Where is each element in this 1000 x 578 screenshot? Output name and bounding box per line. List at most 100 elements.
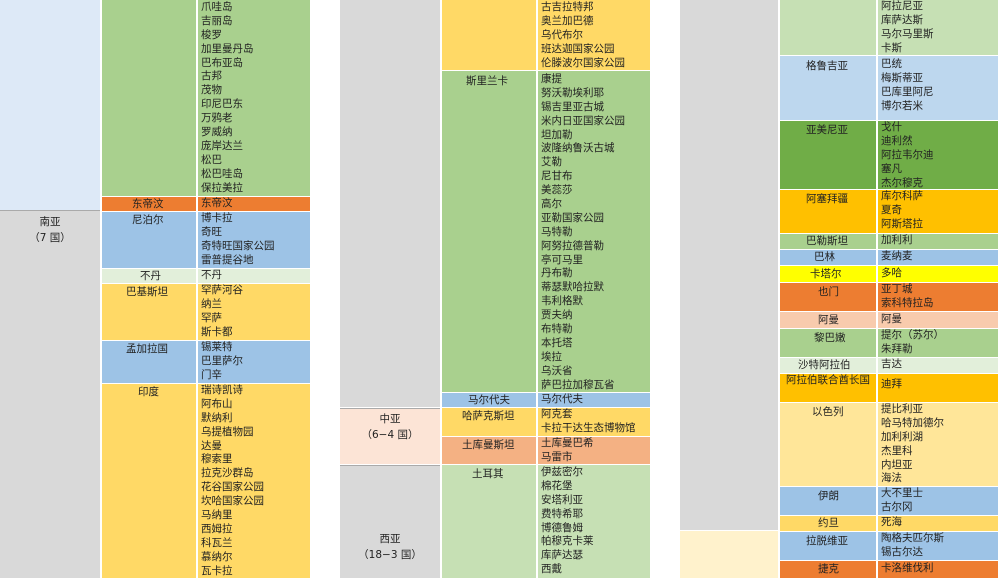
country-label: 拉脱维亚 [806,535,848,547]
site-name: 奇特旺国家公园 [201,239,275,252]
site-name: 波隆纳鲁沃古城 [541,142,615,155]
site-name: 死海 [881,516,902,528]
site-name: 不丹 [201,269,222,281]
country-cell-turkmenistan: 土库曼斯坦 [442,437,536,464]
site-name: 博卡拉 [201,212,233,224]
site-name: 西姆拉 [201,522,233,535]
country-cell-pakistan: 巴基斯坦 [102,284,196,340]
site-name: 布特勒 [541,323,573,336]
sites-cell-lebanon: 提尔（苏尔） 朱拜勒 [878,329,998,357]
sites-cell-bhutan: 不丹 [198,269,310,283]
country-label: 哈萨克斯坦 [462,410,515,422]
site-list: 康提 努沃勒埃利耶 锡吉里亚古城 米内日亚国家公园 坦加勒 波隆纳鲁沃古城 艾勒 尼甘布 美蕊莎… [541,73,625,392]
site-name: 锡莱特 [201,341,233,353]
region-cell-top [0,0,100,210]
country-label: 以色列 [812,406,844,418]
site-list: 古吉拉特邦 奥兰加巴德 乌代布尔 班达迦国家公园 伦滕波尔国家公园 [541,1,625,70]
site-name: 伊兹密尔 [541,466,583,478]
sites-cell-qatar: 多哈 [878,266,998,282]
site-name: 科瓦兰 [201,536,233,549]
sites-cell-georgia: 巴统 梅斯蒂亚 巴库里阿尼 博尔若米 [878,56,998,120]
site-name: 库尔科萨 [881,190,923,202]
country-cell-uae: 阿拉伯联合酋长国 [780,374,876,402]
site-name: 高尔 [541,198,562,211]
site-list: 阿拉尼亚 库萨达斯 马尔马里斯 卡斯 [881,0,934,55]
site-list: 伊兹密尔 棉花堡 安塔利亚 费特希耶 博德鲁姆 帕穆克卡莱 库萨达瑟 西戴 [541,466,594,577]
sites-cell-armenia: 戈什 迪利然 阿拉韦尔迪 塞凡 杰尔穆克 [878,121,998,189]
sites-cell-turkmenistan: 土库曼巴希 马雷市 [538,437,650,464]
site-list: 库尔科萨 夏奇 阿斯塔拉 [881,190,923,232]
site-name: 保拉美拉 [201,181,243,194]
site-name: 帕穆克卡莱 [541,535,594,548]
table-panel-1: 南亚 （7 国） 爪哇岛 吉丽岛 梭罗 加里曼丹岛 巴布亚岛 古邦 茂物 印尼巴东 万鸦老 罗威纳… [0,0,312,578]
sites-cell-bahrain: 麦纳麦 [878,250,998,265]
site-name: 马尔马里斯 [881,27,934,40]
site-name: 夏奇 [881,203,902,216]
sites-cell-nepal: 博卡拉 奇旺 奇特旺国家公园 雷普提谷地 [198,212,310,268]
site-list: 卡洛维伐利 [881,562,934,576]
country-label: 也门 [818,286,839,298]
country-label: 卡塔尔 [810,268,842,280]
region-label: 南亚 [39,216,61,228]
site-list: 博卡拉 奇旺 奇特旺国家公园 雷普提谷地 [201,212,275,268]
site-name: 默纳利 [201,411,233,424]
country-label: 阿曼 [818,314,839,326]
site-name: 西戴 [541,563,562,576]
country-label: 尼泊尔 [132,214,164,226]
site-name: 乌沃省 [541,364,573,377]
site-name: 阿克套 [541,408,573,420]
site-name: 瓦卡拉 [201,564,233,577]
country-cell-lebanon: 黎巴嫩 [780,329,876,357]
country-cell-bahrain: 巴林 [780,250,876,265]
site-name: 库萨达斯 [881,13,923,26]
site-name: 阿斯塔拉 [881,217,923,230]
sites-cell-uae: 迪拜 [878,374,998,402]
site-list: 提比利亚 哈马特加德尔 加利利湖 杰里科 内坦亚 海法 [881,403,944,486]
country-label: 巴林 [814,251,835,263]
sites-cell-bangladesh: 锡莱特 巴里萨尔 门辛 [198,341,310,383]
site-name: 阿拉韦尔迪 [881,148,934,161]
sites-cell-latvia: 陶格夫匹尔斯 锡古尔达 [878,532,998,560]
site-name: 加里曼丹岛 [201,42,254,55]
country-label: 黎巴嫩 [814,332,846,344]
site-list: 阿曼 [881,313,902,327]
site-list: 麦纳麦 [881,250,913,264]
site-name: 庞岸达兰 [201,139,243,152]
site-name: 海法 [881,472,902,485]
site-name: 艾勒 [541,156,562,169]
site-name: 马特勒 [541,225,573,238]
sites-cell-india-cont: 古吉拉特邦 奥兰加巴德 乌代布尔 班达迦国家公园 伦滕波尔国家公园 [538,0,650,70]
site-list: 巴统 梅斯蒂亚 巴库里阿尼 博尔若米 [881,58,934,114]
sites-cell-israel: 提比利亚 哈马特加德尔 加利利湖 杰里科 内坦亚 海法 [878,403,998,486]
sites-cell-turkey-cont: 阿拉尼亚 库萨达斯 马尔马里斯 卡斯 [878,0,998,55]
country-label: 斯里兰卡 [466,75,508,87]
site-name: 杰里科 [881,444,913,457]
sites-cell-indonesia: 爪哇岛 吉丽岛 梭罗 加里曼丹岛 巴布亚岛 古邦 茂物 印尼巴东 万鸦老 罗威纳 庞岸达兰 松巴 松巴哇… [198,0,310,196]
region-cell-europe [680,531,778,578]
site-name: 棉花堡 [541,479,573,492]
site-name: 茂物 [201,84,222,97]
site-list: 吉达 [881,358,902,372]
site-name: 努沃勒埃利耶 [541,86,604,99]
site-name: 亚勒国家公园 [541,211,604,224]
site-name: 达曼 [201,439,222,452]
site-name: 巴统 [881,58,902,70]
region-count: （18−3 国） [358,549,422,561]
site-name: 美蕊莎 [541,184,573,197]
site-name: 奥兰加巴德 [541,14,594,27]
site-name: 大不里士 [881,487,923,499]
site-name: 印尼巴东 [201,98,243,111]
site-name: 班达迦国家公园 [541,42,615,55]
site-name: 古邦 [201,70,222,83]
country-cell-palestine: 巴勒斯坦 [780,234,876,249]
site-name: 纳兰 [201,297,222,310]
region-cell-west-asia: 西亚 （18−3 国） [340,465,440,578]
sites-cell-maldives: 马尔代夫 [538,393,650,407]
sites-cell-yemen: 亚丁城 索科特拉岛 [878,283,998,311]
country-cell-nepal: 尼泊尔 [102,212,196,268]
country-label: 伊朗 [818,490,839,502]
site-name: 奇旺 [201,225,222,238]
site-list: 迪拜 [881,378,902,392]
sites-cell-jordan: 死海 [878,516,998,531]
country-cell-georgia: 格鲁吉亚 [780,56,876,120]
